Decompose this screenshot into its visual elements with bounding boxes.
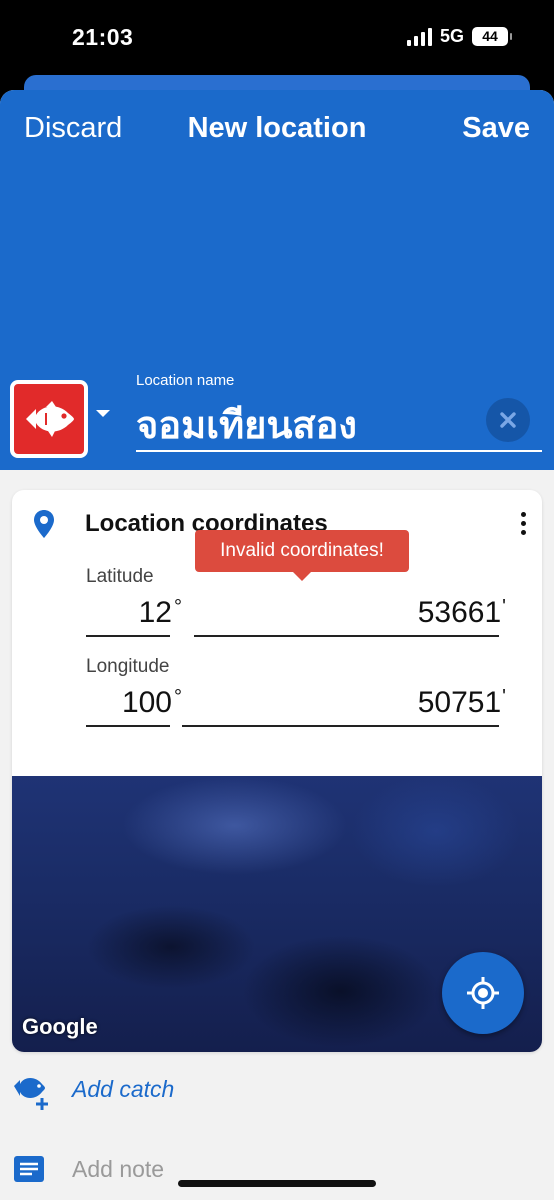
add-note-row[interactable]: Add note — [0, 1140, 554, 1200]
save-button[interactable]: Save — [462, 112, 530, 145]
fish-icon — [26, 401, 74, 437]
longitude-degrees-underline — [86, 725, 170, 727]
status-time: 21:03 — [72, 24, 134, 50]
longitude-label: Longitude — [86, 656, 170, 677]
latitude-minutes-underline — [194, 635, 499, 637]
minute-symbol: ' — [502, 596, 506, 618]
latitude-degrees-underline — [86, 635, 170, 637]
minute-symbol: ' — [502, 686, 506, 708]
latitude-minutes-value: 53661 — [417, 596, 502, 629]
add-catch-icon — [14, 1078, 48, 1110]
latitude-minutes-field[interactable]: 53661' — [194, 596, 506, 630]
add-catch-label: Add catch — [72, 1076, 175, 1102]
location-name-underline — [136, 450, 542, 452]
longitude-degrees-value: 100 — [121, 686, 172, 719]
home-indicator — [178, 1180, 376, 1187]
longitude-minutes-value: 50751 — [417, 686, 502, 719]
latitude-degrees-value: 12 — [138, 596, 172, 629]
map-view[interactable]: Google — [12, 776, 542, 1052]
location-name-label: Location name — [136, 372, 235, 389]
add-catch-row[interactable]: Add catch — [0, 1060, 554, 1120]
my-location-icon — [467, 977, 499, 1009]
battery-icon: 44 — [472, 27, 512, 46]
google-logo: Google — [22, 1014, 98, 1039]
location-name-bar: Location name จอมเทียนสอง — [0, 372, 554, 470]
longitude-minutes-underline — [182, 725, 499, 727]
location-icon-picker[interactable] — [10, 380, 88, 458]
icon-dropdown-arrow[interactable] — [96, 410, 110, 417]
latitude-degrees-field[interactable]: 12 ° — [86, 596, 182, 630]
current-location-button[interactable] — [442, 952, 524, 1034]
signal-icon — [406, 27, 432, 46]
add-note-label: Add note — [72, 1156, 165, 1182]
network-type: 5G — [439, 26, 464, 46]
close-icon — [500, 412, 516, 428]
latitude-label: Latitude — [86, 566, 154, 587]
location-pin-icon — [34, 510, 54, 538]
longitude-minutes-field[interactable]: 50751' — [182, 686, 506, 720]
new-location-sheet: Discard New location Save Location name … — [0, 90, 554, 1200]
coordinates-card: Location coordinates Latitude 12 ° 53661'… — [12, 490, 542, 1052]
degree-symbol: ° — [174, 686, 182, 708]
clear-name-button[interactable] — [486, 398, 530, 442]
location-name-input[interactable]: จอมเทียนสอง — [136, 394, 357, 455]
more-options-icon[interactable] — [521, 512, 526, 535]
longitude-degrees-field[interactable]: 100 ° — [86, 686, 182, 720]
note-icon — [14, 1156, 44, 1182]
degree-symbol: ° — [174, 596, 182, 618]
status-bar: 21:03 5G 44 — [0, 0, 554, 75]
status-right: 5G 44 — [406, 26, 512, 47]
invalid-coordinates-tooltip: Invalid coordinates! — [195, 530, 409, 581]
